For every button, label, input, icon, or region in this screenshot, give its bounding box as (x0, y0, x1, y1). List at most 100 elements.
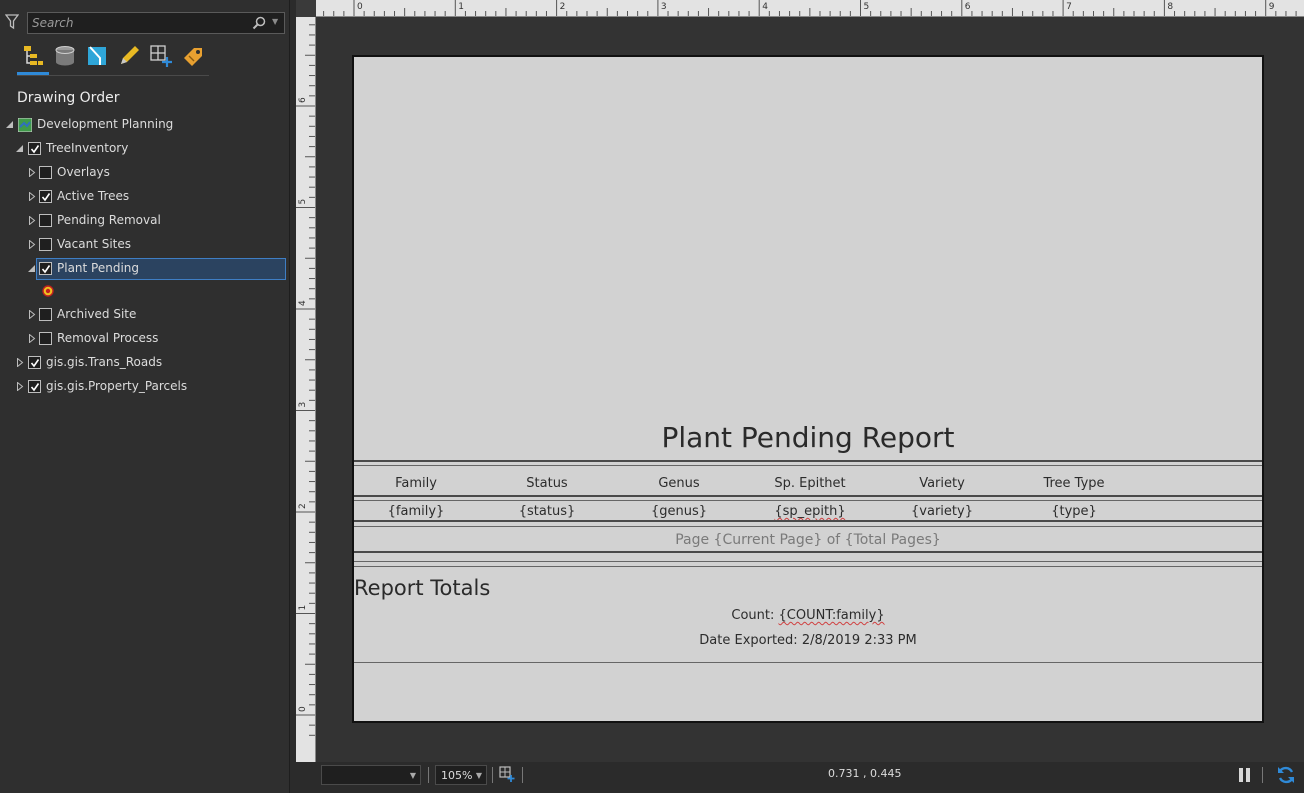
chevron-down-icon: ▼ (409, 771, 416, 780)
zoom-value: 105% (441, 769, 473, 782)
visibility-checkbox[interactable] (28, 142, 41, 155)
list-by-editing-button[interactable] (115, 42, 143, 72)
ruler-label: 0 (357, 2, 363, 12)
expand-arrow-icon[interactable] (28, 334, 36, 343)
report-totals-title[interactable]: Report Totals (354, 576, 490, 600)
refresh-icon[interactable] (1276, 765, 1296, 785)
expand-arrow-icon[interactable] (28, 310, 36, 319)
scale-select[interactable]: ▼ (321, 765, 421, 785)
tree-item-label: Removal Process (57, 331, 159, 345)
tree-item-development-planning[interactable]: Development Planning (0, 114, 290, 136)
tree-item-label: Development Planning (37, 117, 174, 131)
tree-item-label: Archived Site (57, 307, 137, 321)
count-line[interactable]: Count: {COUNT:family} (354, 608, 1262, 623)
tree-item-vacant-sites[interactable]: Vacant Sites (0, 234, 290, 256)
search-input[interactable] (32, 15, 242, 31)
list-by-drawing-order-button[interactable] (19, 42, 47, 72)
expand-arrow-icon[interactable] (28, 168, 36, 177)
data-source-icon (55, 46, 75, 66)
expand-arrow-icon[interactable] (28, 216, 36, 225)
list-by-selection-button[interactable] (83, 42, 111, 72)
check-icon (41, 265, 51, 274)
column-header-sp-epithet[interactable]: Sp. Epithet (774, 476, 845, 491)
contents-pane: ▼ (0, 0, 290, 793)
field-family[interactable]: {family} (388, 504, 445, 519)
column-header-variety[interactable]: Variety (919, 476, 965, 491)
visibility-checkbox[interactable] (39, 332, 52, 345)
list-by-snapping-button[interactable] (147, 42, 175, 72)
editing-icon (121, 46, 139, 64)
visibility-checkbox[interactable] (28, 356, 41, 369)
ruler-label: 7 (1066, 2, 1072, 12)
filter-icon[interactable] (5, 13, 19, 31)
visibility-checkbox[interactable] (39, 190, 52, 203)
expand-arrow-icon[interactable] (28, 192, 36, 201)
ruler-label: 3 (298, 402, 308, 408)
check-icon (30, 383, 40, 392)
horizontal-ruler[interactable]: 0 1 2 3 4 5 6 7 8 9 (316, 0, 1304, 17)
point-symbol-icon[interactable] (42, 285, 54, 297)
report-layout-view[interactable]: 0 1 2 3 4 5 6 7 8 9 6 5 4 3 2 1 0 Plant Pending Report … (296, 0, 1304, 793)
ruler-label: 4 (298, 300, 308, 306)
column-header-status[interactable]: Status (526, 476, 567, 491)
visibility-checkbox[interactable] (39, 214, 52, 227)
ruler-label: 5 (298, 199, 308, 205)
list-by-data-source-button[interactable] (51, 42, 79, 72)
tree-item-property-parcels[interactable]: gis.gis.Property_Parcels (0, 376, 290, 398)
expand-arrow-icon[interactable] (16, 358, 24, 367)
chevron-down-icon: ▼ (475, 771, 482, 780)
vertical-ruler[interactable]: 6 5 4 3 2 1 0 (296, 17, 316, 762)
collapse-arrow-icon[interactable] (16, 144, 24, 153)
visibility-checkbox[interactable] (39, 238, 52, 251)
tree-item-pending-removal[interactable]: Pending Removal (0, 210, 290, 232)
check-icon (30, 359, 40, 368)
field-sp-epith[interactable]: {sp_epith} (774, 504, 845, 519)
tree-item-label: gis.gis.Property_Parcels (46, 379, 188, 393)
expand-arrow-icon[interactable] (16, 382, 24, 391)
visibility-checkbox[interactable] (28, 380, 41, 393)
ruler-label: 8 (1167, 2, 1173, 12)
column-header-genus[interactable]: Genus (658, 476, 699, 491)
search-dropdown-icon[interactable]: ▼ (272, 17, 278, 26)
list-by-labeling-button[interactable] (179, 42, 207, 72)
divider (522, 767, 523, 783)
collapse-arrow-icon[interactable] (28, 264, 36, 273)
map-icon (18, 118, 32, 132)
tree-item-archived-site[interactable]: Archived Site (0, 304, 290, 326)
visibility-checkbox[interactable] (39, 262, 52, 275)
ruler-corner (296, 0, 316, 17)
ruler-label: 1 (298, 605, 308, 611)
collapse-arrow-icon[interactable] (6, 120, 14, 129)
page-number-footer[interactable]: Page {Current Page} of {Total Pages} (354, 532, 1262, 548)
tree-item-overlays[interactable]: Overlays (0, 162, 290, 184)
visibility-checkbox[interactable] (39, 308, 52, 321)
tree-item-label: Overlays (57, 165, 110, 179)
fixed-zoom-icon[interactable] (499, 766, 515, 782)
column-header-tree-type[interactable]: Tree Type (1043, 476, 1104, 491)
date-exported-line[interactable]: Date Exported: 2/8/2019 2:33 PM (354, 633, 1262, 648)
labeling-icon (184, 48, 202, 66)
tree-item-treeinventory[interactable]: TreeInventory (0, 138, 290, 160)
pause-drawing-icon[interactable] (1238, 766, 1252, 784)
search-icon[interactable] (252, 16, 266, 30)
field-type[interactable]: {type} (1051, 504, 1097, 519)
field-status[interactable]: {status} (519, 504, 576, 519)
field-variety[interactable]: {variety} (911, 504, 973, 519)
ruler-label: 0 (298, 706, 308, 712)
report-page[interactable]: Plant Pending Report Family Status Genus… (352, 55, 1264, 723)
ruler-label: 4 (762, 2, 768, 12)
report-title[interactable]: Plant Pending Report (354, 421, 1262, 454)
date-exported-label: Date Exported: (699, 633, 802, 648)
field-genus[interactable]: {genus} (651, 504, 707, 519)
tree-item-trans-roads[interactable]: gis.gis.Trans_Roads (0, 352, 290, 374)
detail-bottom-line (354, 520, 1262, 522)
tree-item-plant-pending[interactable]: Plant Pending (0, 258, 290, 280)
visibility-checkbox[interactable] (39, 166, 52, 179)
zoom-select[interactable]: 105% ▼ (435, 765, 487, 785)
expand-arrow-icon[interactable] (28, 240, 36, 249)
tree-item-active-trees[interactable]: Active Trees (0, 186, 290, 208)
header-top-line (354, 460, 1262, 462)
totals-bottom-line (354, 662, 1262, 663)
column-header-family[interactable]: Family (395, 476, 437, 491)
tree-item-removal-process[interactable]: Removal Process (0, 328, 290, 350)
